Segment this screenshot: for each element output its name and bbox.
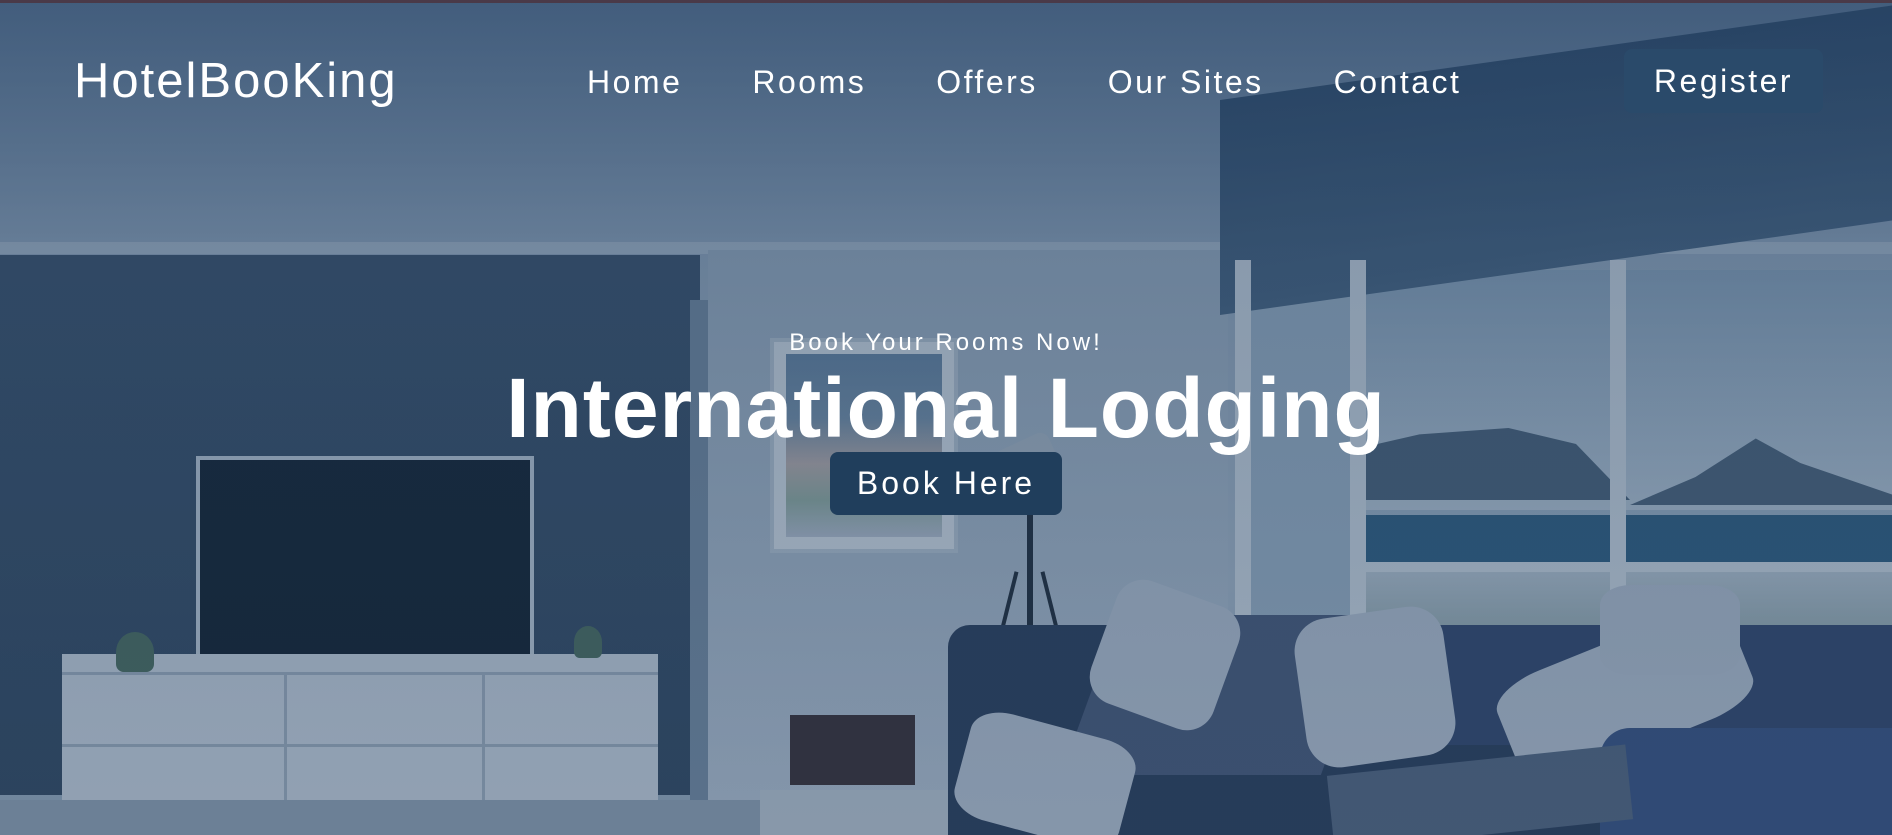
nav-link-rooms[interactable]: Rooms bbox=[752, 62, 866, 102]
hero-subtitle: Book Your Rooms Now! bbox=[789, 329, 1103, 356]
nav-link-contact[interactable]: Contact bbox=[1334, 62, 1462, 102]
nav-link-home[interactable]: Home bbox=[587, 62, 682, 102]
book-here-button[interactable]: Book Here bbox=[830, 452, 1062, 515]
hero-section: Book Your Rooms Now! International Lodgi… bbox=[0, 320, 1892, 515]
brand-logo[interactable]: HotelBooKing bbox=[74, 53, 398, 109]
hero-title: International Lodging bbox=[506, 361, 1386, 455]
navbar: HotelBooKing Home Rooms Offers Our Sites… bbox=[0, 0, 1892, 165]
main-nav: Home Rooms Offers Our Sites Contact bbox=[587, 62, 1531, 102]
register-button[interactable]: Register bbox=[1624, 49, 1823, 113]
nav-link-our-sites[interactable]: Our Sites bbox=[1108, 62, 1264, 102]
nav-link-offers[interactable]: Offers bbox=[936, 62, 1038, 102]
